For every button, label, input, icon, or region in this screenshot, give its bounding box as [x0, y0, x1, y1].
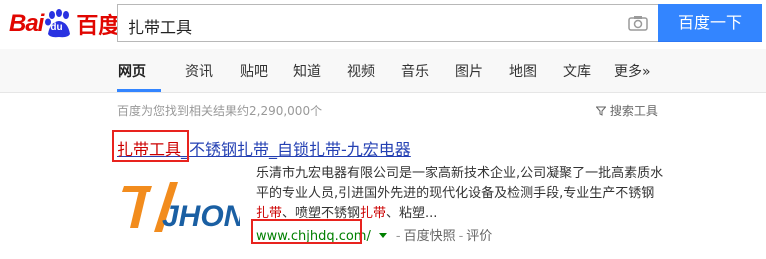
- tab-zhidao[interactable]: 知道: [293, 61, 321, 81]
- search-box[interactable]: 扎带工具: [117, 4, 658, 42]
- search-button[interactable]: 百度一下: [658, 4, 762, 42]
- tab-wenku[interactable]: 文库: [563, 61, 591, 81]
- filter-icon: [595, 106, 607, 116]
- annotation-box-url: [251, 219, 362, 244]
- logo-text-du: du: [50, 22, 63, 33]
- result-snippet: 乐清市九宏电器有限公司是一家高新技术企业,公司凝聚了一批高素质水平的专业人员,引…: [256, 166, 664, 221]
- result-stats: 百度为您找到相关结果约2,290,000个: [117, 104, 323, 118]
- tab-map[interactable]: 地图: [509, 61, 537, 81]
- logo-text-bai: Bai: [9, 10, 44, 37]
- active-tab-indicator: [117, 89, 161, 92]
- snapshot-link[interactable]: 百度快照: [404, 229, 456, 244]
- result-title-rest: _不锈钢扎带_自锁扎带-九宏电器: [181, 140, 411, 159]
- header: Bai du 百度 扎带工具 百度一下: [0, 0, 766, 49]
- paw-icon: du: [44, 9, 74, 39]
- camera-icon[interactable]: [628, 15, 648, 35]
- search-input[interactable]: 扎带工具: [128, 14, 192, 38]
- tab-news[interactable]: 资讯: [185, 61, 213, 81]
- tab-web[interactable]: 网页: [118, 61, 146, 81]
- jhong-logo-text: JHONG: [162, 200, 240, 233]
- search-tools-button[interactable]: 搜索工具: [595, 102, 658, 119]
- tab-music[interactable]: 音乐: [401, 61, 429, 81]
- tab-video[interactable]: 视频: [347, 61, 375, 81]
- baidu-logo[interactable]: Bai du 百度: [9, 8, 120, 40]
- tab-bar: 网页 资讯 贴吧 知道 视频 音乐 图片 地图 文库 更多»: [0, 49, 766, 93]
- logo-text-cn: 百度: [76, 14, 121, 39]
- tab-tieba[interactable]: 贴吧: [240, 61, 268, 81]
- annotation-box-title: [112, 130, 189, 162]
- tab-more[interactable]: 更多»: [614, 61, 651, 81]
- review-link[interactable]: 评价: [466, 229, 492, 244]
- tab-images[interactable]: 图片: [455, 61, 483, 81]
- url-dropdown-icon[interactable]: [378, 233, 387, 238]
- result-thumbnail[interactable]: JHONG: [118, 168, 269, 248]
- search-tools-label: 搜索工具: [609, 104, 658, 118]
